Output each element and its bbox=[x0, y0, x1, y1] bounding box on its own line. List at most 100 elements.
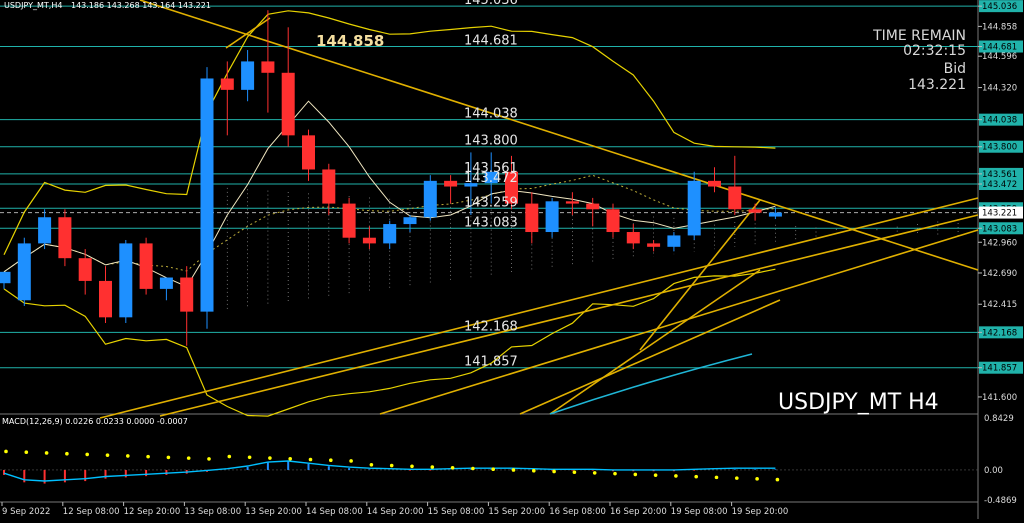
candle-body bbox=[748, 209, 762, 213]
axis-tick-label: 141.600 bbox=[982, 393, 1017, 403]
candle bbox=[119, 239, 133, 324]
candle-body bbox=[261, 61, 275, 73]
candle-body bbox=[444, 180, 458, 187]
macd-dot bbox=[186, 456, 191, 460]
candle-body bbox=[383, 224, 397, 244]
axis-tick-label: 141.857 bbox=[982, 364, 1017, 374]
candle-body bbox=[38, 217, 52, 244]
trendline bbox=[549, 269, 761, 415]
level-label: 143.083 bbox=[464, 215, 518, 230]
candle bbox=[342, 197, 356, 244]
candle bbox=[302, 129, 315, 181]
macd-dot bbox=[166, 455, 171, 460]
candle-body bbox=[139, 243, 153, 289]
candle-body bbox=[606, 209, 620, 233]
candle-body bbox=[220, 78, 234, 90]
candle-body bbox=[565, 201, 579, 204]
price-axis: 145.036 144.858 144.681144.596 144.320 144.0… bbox=[978, 0, 1023, 403]
bid-marker-label: 143.221 bbox=[982, 209, 1017, 219]
axis-tick-label: 144.038 bbox=[982, 116, 1017, 126]
axis-tick-label: 144.596 bbox=[982, 52, 1017, 62]
trendline bbox=[99, 197, 979, 419]
level-label: 145.036 bbox=[464, 0, 518, 8]
candle bbox=[667, 232, 681, 252]
candle-body bbox=[159, 277, 173, 289]
axis-tick-label: 143.083 bbox=[982, 224, 1017, 234]
candle bbox=[78, 249, 92, 295]
macd-signal-line bbox=[3, 460, 776, 482]
candle bbox=[565, 192, 579, 215]
macd-dot bbox=[207, 457, 211, 461]
macd-dot bbox=[430, 465, 435, 469]
candle-body bbox=[99, 280, 112, 318]
level-label: 144.681 bbox=[464, 34, 518, 49]
macd-panel: 0.8429 0.00 -0.4869 bbox=[0, 414, 1017, 506]
candle bbox=[728, 155, 742, 215]
candle-body bbox=[322, 169, 336, 204]
axis-tick-label: 144.858 bbox=[982, 22, 1017, 32]
candle-body bbox=[78, 258, 92, 281]
candle bbox=[525, 192, 539, 244]
candle-body bbox=[403, 217, 417, 225]
time-tick-label: 14 Sep 20:00 bbox=[367, 507, 424, 517]
time-tick-label: 19 Sep 20:00 bbox=[732, 507, 789, 517]
candle bbox=[139, 237, 153, 295]
macd-dot bbox=[450, 465, 455, 470]
macd-dot bbox=[349, 459, 353, 463]
price-chart[interactable]: 145.036144.681144.038143.800143.561143.4… bbox=[0, 0, 1024, 519]
macd-dot bbox=[308, 457, 313, 462]
macd-dot bbox=[694, 474, 698, 479]
candle-body bbox=[200, 78, 214, 312]
candle-body bbox=[708, 180, 721, 187]
candle-body bbox=[687, 180, 701, 236]
macd-dot bbox=[4, 449, 8, 454]
candle-body bbox=[0, 271, 11, 284]
chart-window[interactable]: 145.036 144.681 144.038 143.800 143.561 143.4… bbox=[0, 0, 1024, 519]
axis-tick-label: 144.681 bbox=[982, 43, 1017, 53]
macd-dot bbox=[714, 475, 719, 480]
time-remain-value: 02:32:15 bbox=[903, 43, 966, 59]
macd-dot bbox=[552, 469, 556, 474]
candle-body bbox=[281, 72, 295, 136]
candle-body bbox=[342, 203, 356, 238]
macd-dot bbox=[288, 456, 293, 461]
bid-value: 143.221 bbox=[908, 77, 966, 93]
macd-dot bbox=[532, 468, 536, 473]
macd-dot bbox=[653, 473, 658, 477]
macd-dot bbox=[268, 456, 272, 460]
cyan-curve bbox=[549, 353, 753, 415]
candle-body bbox=[525, 203, 539, 233]
time-tick-label: 16 Sep 08:00 bbox=[549, 507, 606, 517]
macd-dot bbox=[227, 454, 232, 459]
macd-dot bbox=[146, 454, 150, 459]
axis-tick-label: 143.800 bbox=[982, 143, 1017, 153]
candle bbox=[403, 214, 417, 233]
macd-dot bbox=[755, 477, 759, 481]
upper-band bbox=[3, 10, 776, 256]
macd-axis-label: 0.8429 bbox=[984, 414, 1014, 424]
candle bbox=[200, 67, 214, 329]
time-axis: 9 Sep 2022 12 Sep 08:00 12 Sep 20:00 13 Sep… bbox=[0, 501, 978, 517]
macd-dot bbox=[389, 463, 394, 468]
macd-axis-label: -0.4869 bbox=[984, 496, 1017, 506]
macd-dot bbox=[105, 453, 110, 457]
candle bbox=[647, 239, 661, 252]
macd-dot bbox=[24, 450, 29, 455]
time-tick-label: 15 Sep 20:00 bbox=[488, 507, 545, 517]
axis-tick-label: 142.960 bbox=[982, 238, 1017, 248]
macd-dot bbox=[735, 476, 739, 480]
axis-tick-label: 142.415 bbox=[982, 300, 1017, 310]
candle bbox=[362, 226, 376, 250]
candle bbox=[99, 266, 112, 324]
candle-body bbox=[362, 237, 376, 244]
macd-dot bbox=[329, 458, 333, 463]
candle bbox=[180, 266, 194, 346]
time-tick-label: 12 Sep 08:00 bbox=[63, 507, 120, 517]
candle bbox=[58, 209, 72, 267]
axis-tick-label: 142.690 bbox=[982, 269, 1017, 279]
time-tick-label: 16 Sep 20:00 bbox=[610, 507, 667, 517]
time-tick-label: 15 Sep 08:00 bbox=[428, 507, 485, 517]
candle bbox=[545, 197, 559, 238]
axis-tick-label: 142.168 bbox=[982, 328, 1017, 338]
macd-dot bbox=[511, 468, 516, 472]
